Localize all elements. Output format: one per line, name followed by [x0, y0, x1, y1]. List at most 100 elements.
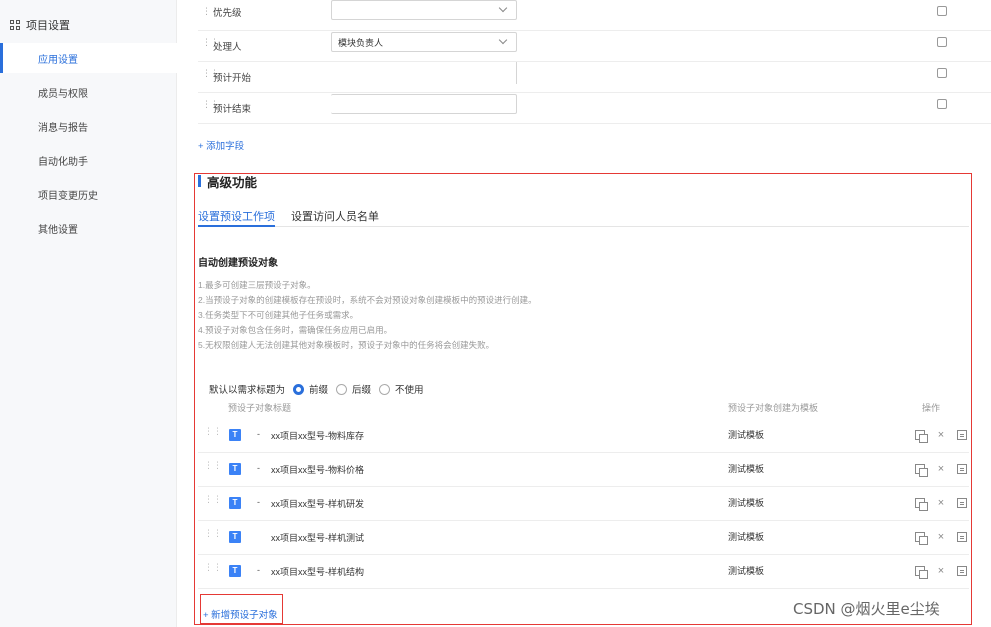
sidebar: 项目设置 应用设置 成员与权限 消息与报告 自动化助手 项目变更历史 其他设置	[0, 0, 177, 627]
field-checkbox[interactable]	[937, 99, 947, 109]
type-badge-icon: T	[229, 531, 241, 543]
date-input[interactable]	[331, 62, 517, 84]
rules-list: 1.最多可创建三层预设子对象。 2.当预设子对象的创建模板存在预设时，系统不会对…	[198, 278, 537, 353]
field-row: ⋮⋮ 预计开始	[198, 62, 991, 93]
field-label: 处理人	[213, 42, 242, 53]
section-title: 高级功能	[198, 173, 257, 190]
type-badge-icon: T	[229, 497, 241, 509]
drag-handle-icon[interactable]: ⋮⋮	[202, 100, 219, 113]
row-dash: -	[257, 497, 260, 507]
add-child-icon[interactable]	[915, 498, 928, 511]
section-accent-bar	[198, 175, 201, 187]
edit-template-icon[interactable]	[957, 532, 967, 542]
chevron-down-icon	[498, 35, 508, 45]
sidebar-title: 项目设置	[10, 17, 70, 33]
radio-unchecked-icon	[336, 383, 348, 395]
field-row: ⋮⋮ 优先级	[198, 0, 991, 31]
add-object-highlight: + 新增预设子对象	[200, 594, 283, 624]
table-row: ⋮⋮ T xx项目xx型号-样机测试 测试模板 ×	[198, 521, 969, 555]
drag-handle-icon[interactable]: ⋮⋮	[204, 427, 222, 436]
radio-label: 前缀	[309, 385, 329, 396]
drag-handle-icon[interactable]: ⋮⋮	[204, 529, 222, 538]
table-header: 预设子对象标题 预设子对象创建为模板 操作	[198, 401, 969, 415]
drag-handle-icon[interactable]: ⋮⋮	[202, 69, 219, 82]
field-label: 优先级	[213, 8, 242, 19]
date-input[interactable]	[331, 94, 517, 114]
radio-prefix[interactable]: 前缀	[293, 382, 328, 396]
field-checkbox[interactable]	[937, 68, 947, 78]
sidebar-item-label: 项目变更历史	[38, 190, 98, 202]
sidebar-item-label: 成员与权限	[38, 88, 88, 100]
type-badge-icon: T	[229, 429, 241, 441]
tab-preset-workitems[interactable]: 设置预设工作项	[198, 208, 275, 227]
column-header-template: 预设子对象创建为模板	[728, 403, 819, 413]
close-icon[interactable]: ×	[936, 430, 946, 441]
row-template: 测试模板	[728, 566, 765, 576]
row-template: 测试模板	[728, 430, 765, 440]
add-child-icon[interactable]	[915, 566, 928, 579]
rule-item: 2.当预设子对象的创建模板存在预设时，系统不会对预设对象创建模板中的预设进行创建…	[198, 295, 537, 305]
add-preset-object-button[interactable]: + 新增预设子对象	[203, 607, 278, 621]
drag-handle-icon[interactable]: ⋮⋮	[202, 38, 219, 51]
rule-item: 4.预设子对象包含任务时，需确保任务应用已启用。	[198, 325, 393, 335]
close-icon[interactable]: ×	[936, 566, 946, 577]
row-dash: -	[257, 429, 260, 439]
add-field-button[interactable]: + 添加字段	[198, 138, 244, 152]
radio-label: 不使用	[395, 385, 424, 396]
field-select[interactable]: 模块负责人	[331, 32, 517, 52]
add-child-icon[interactable]	[915, 532, 928, 545]
title-affix-radio-group: 默认以需求标题为 前缀 后缀 不使用	[209, 382, 424, 396]
tab-visitor-list[interactable]: 设置访问人员名单	[291, 208, 379, 227]
column-header-actions: 操作	[922, 403, 941, 413]
sidebar-item-messages[interactable]: 消息与报告	[0, 111, 177, 141]
drag-handle-icon[interactable]: ⋮⋮	[204, 563, 222, 572]
edit-template-icon[interactable]	[957, 464, 967, 474]
edit-template-icon[interactable]	[957, 498, 967, 508]
edit-template-icon[interactable]	[957, 430, 967, 440]
sidebar-title-label: 项目设置	[26, 20, 70, 32]
sidebar-item-label: 应用设置	[38, 54, 78, 66]
tab-bar: 设置预设工作项 设置访问人员名单	[198, 208, 969, 227]
subsection-title: 自动创建预设对象	[198, 258, 278, 269]
drag-handle-icon[interactable]: ⋮⋮	[202, 7, 219, 20]
sidebar-item-automation[interactable]: 自动化助手	[0, 145, 177, 175]
field-checkbox[interactable]	[937, 6, 947, 16]
field-row: ⋮⋮ 预计结束	[198, 93, 991, 124]
row-template: 测试模板	[728, 464, 765, 474]
sidebar-item-app-settings[interactable]: 应用设置	[0, 43, 177, 73]
row-title: xx项目xx型号-物料库存	[271, 431, 364, 441]
field-row: ⋮⋮ 处理人 模块负责人	[198, 31, 991, 62]
sidebar-item-members[interactable]: 成员与权限	[0, 77, 177, 107]
close-icon[interactable]: ×	[936, 532, 946, 543]
radio-checked-icon	[293, 383, 305, 395]
type-badge-icon: T	[229, 565, 241, 577]
row-title: xx项目xx型号-样机结构	[271, 567, 364, 577]
radio-unchecked-icon	[379, 383, 391, 395]
close-icon[interactable]: ×	[936, 464, 946, 475]
field-checkbox[interactable]	[937, 37, 947, 47]
field-select[interactable]	[331, 0, 517, 20]
radio-none[interactable]: 不使用	[379, 382, 424, 396]
table-row: ⋮⋮ T - xx项目xx型号-样机结构 测试模板 ×	[198, 555, 969, 589]
rule-item: 3.任务类型下不可创建其他子任务或需求。	[198, 310, 359, 320]
table-row: ⋮⋮ T - xx项目xx型号-物料库存 测试模板 ×	[198, 419, 969, 453]
add-child-icon[interactable]	[915, 464, 928, 477]
watermark: CSDN @烟火里e尘埃	[793, 600, 940, 618]
column-header-title: 预设子对象标题	[228, 403, 292, 413]
table-row: ⋮⋮ T - xx项目xx型号-物料价格 测试模板 ×	[198, 453, 969, 487]
row-template: 测试模板	[728, 532, 765, 542]
rule-item: 5.无权限创建人无法创建其他对象模板时，预设子对象中的任务将会创建失败。	[198, 340, 495, 350]
sidebar-item-history[interactable]: 项目变更历史	[0, 179, 177, 209]
edit-template-icon[interactable]	[957, 566, 967, 576]
table-row: ⋮⋮ T - xx项目xx型号-样机研发 测试模板 ×	[198, 487, 969, 521]
sidebar-item-label: 其他设置	[38, 224, 78, 236]
sidebar-item-other[interactable]: 其他设置	[0, 213, 177, 243]
drag-handle-icon[interactable]: ⋮⋮	[204, 495, 222, 504]
drag-handle-icon[interactable]: ⋮⋮	[204, 461, 222, 470]
type-badge-icon: T	[229, 463, 241, 475]
add-child-icon[interactable]	[915, 430, 928, 443]
close-icon[interactable]: ×	[936, 498, 946, 509]
sidebar-item-label: 消息与报告	[38, 122, 88, 134]
sidebar-item-label: 自动化助手	[38, 156, 88, 168]
radio-suffix[interactable]: 后缀	[336, 382, 371, 396]
